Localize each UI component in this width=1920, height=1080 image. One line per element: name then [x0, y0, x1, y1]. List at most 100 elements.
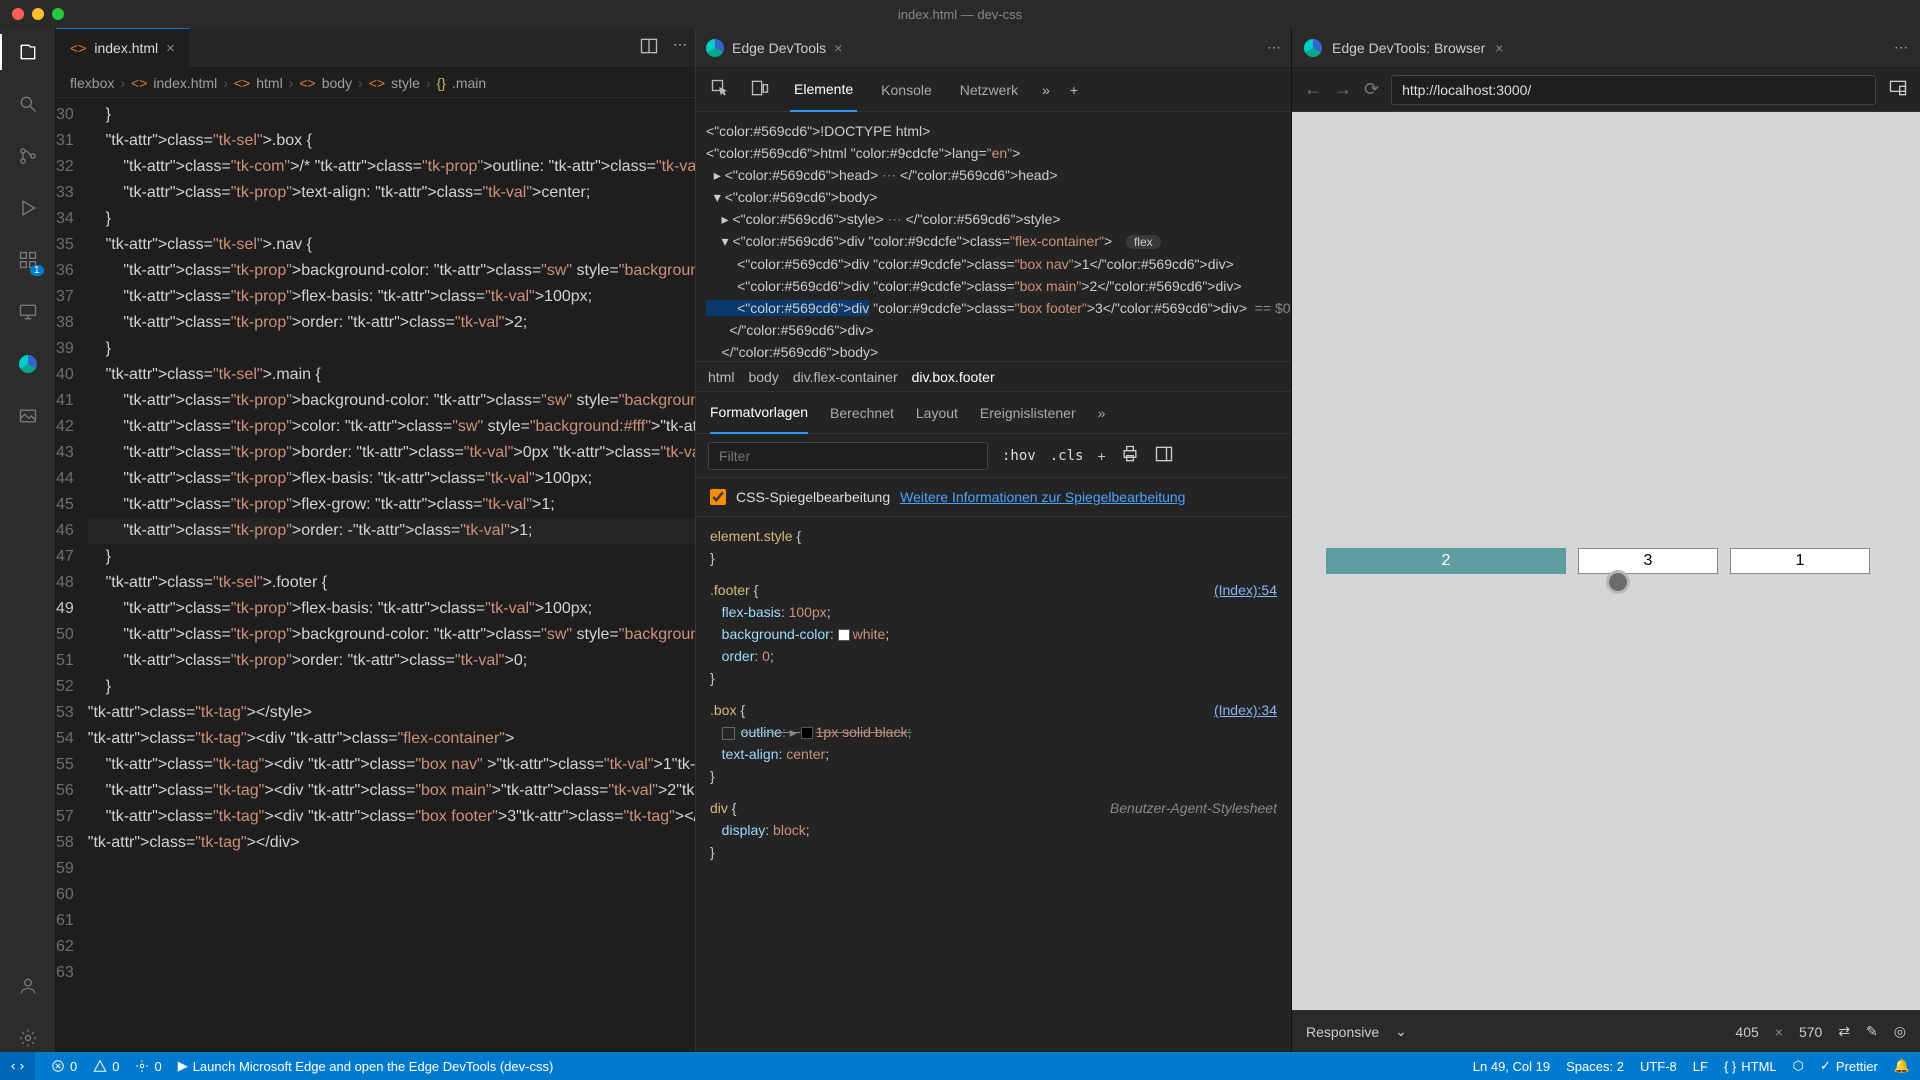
bp-item[interactable]: div.flex-container [793, 369, 898, 385]
traffic-lights[interactable] [12, 8, 64, 20]
source-control-icon[interactable] [14, 142, 42, 170]
mirror-checkbox[interactable] [710, 489, 726, 505]
remote-indicator[interactable] [0, 1052, 35, 1080]
bp-item[interactable]: html [708, 369, 734, 385]
devtools-toolbar: Elemente Konsole Netzwerk » + [696, 68, 1291, 112]
styles-filter-input[interactable] [708, 442, 988, 470]
subtab-layout[interactable]: Layout [916, 405, 958, 421]
search-icon[interactable] [14, 90, 42, 118]
zoom-window-icon[interactable] [52, 8, 64, 20]
editor-tab-index-html[interactable]: <> index.html × [56, 28, 190, 68]
viewport-height[interactable]: 570 [1799, 1024, 1822, 1040]
edge-icon [706, 39, 724, 57]
explorer-icon[interactable] [14, 38, 42, 66]
url-bar[interactable]: http://localhost:3000/ [1391, 75, 1876, 105]
minimize-window-icon[interactable] [32, 8, 44, 20]
crumb[interactable]: flexbox [70, 75, 114, 91]
chevron-right-icon[interactable]: » [1042, 82, 1050, 98]
cls-toggle[interactable]: .cls [1050, 448, 1084, 464]
language-mode[interactable]: { } HTML [1724, 1059, 1777, 1074]
emulate-touch-icon[interactable]: ✎ [1866, 1023, 1878, 1040]
code-editor[interactable]: 3031323334353637383940414243444546474849… [56, 98, 695, 1052]
tab-console[interactable]: Konsole [877, 68, 936, 112]
flex-box-nav: 1 [1730, 548, 1870, 574]
device-toolbar: Responsive⌄ 405 × 570 ⇄ ✎ ◎ [1292, 1010, 1920, 1052]
split-editor-icon[interactable] [639, 36, 659, 59]
warnings-count[interactable]: 0 [93, 1059, 119, 1074]
forward-icon[interactable]: → [1334, 79, 1352, 100]
devtools-tab[interactable]: Edge DevTools × [706, 39, 842, 57]
crumb[interactable]: style [391, 75, 420, 91]
reload-icon[interactable]: ⟳ [1364, 79, 1379, 100]
dom-tree[interactable]: <"color:#569cd6">!DOCTYPE html><"color:#… [696, 112, 1291, 362]
dom-breadcrumb[interactable]: html body div.flex-container div.box.foo… [696, 362, 1291, 392]
print-icon[interactable] [1120, 444, 1140, 467]
chevron-right-icon[interactable]: » [1098, 405, 1106, 421]
mirror-editing-row: CSS-Spiegelbearbeitung Weitere Informati… [696, 478, 1291, 517]
inspect-icon[interactable] [710, 78, 730, 101]
bp-item[interactable]: div.box.footer [912, 369, 995, 385]
subtab-styles[interactable]: Formatvorlagen [710, 392, 808, 434]
styles-filterbar: :hov .cls + [696, 434, 1291, 478]
device-toggle-icon[interactable] [750, 78, 770, 101]
crumb[interactable]: index.html [153, 75, 217, 91]
tab-network[interactable]: Netzwerk [956, 68, 1022, 112]
more-icon[interactable]: ⋯ [1894, 39, 1908, 56]
open-devtools-icon[interactable] [1888, 78, 1908, 101]
responsive-dropdown[interactable]: Responsive [1306, 1024, 1379, 1040]
browser-viewport[interactable]: 2 3 1 [1292, 112, 1920, 1010]
new-style-icon[interactable]: + [1097, 448, 1105, 464]
screenshot-icon[interactable]: ◎ [1894, 1023, 1906, 1040]
code-content[interactable]: } "tk-attr">class="tk-sel">.box { "tk-at… [88, 98, 695, 1052]
browser-tab-label: Edge DevTools: Browser [1332, 40, 1485, 56]
close-icon[interactable]: × [166, 40, 175, 57]
devtools-tab-label: Edge DevTools [732, 40, 826, 56]
prettier-status[interactable]: ✓ Prettier [1820, 1058, 1878, 1074]
launch-task[interactable]: ▶ Launch Microsoft Edge and open the Edg… [178, 1058, 554, 1074]
subtab-computed[interactable]: Berechnet [830, 405, 894, 421]
remote-explorer-icon[interactable] [14, 298, 42, 326]
tab-elements[interactable]: Elemente [790, 68, 857, 112]
run-debug-icon[interactable] [14, 194, 42, 222]
encoding[interactable]: UTF-8 [1640, 1059, 1677, 1074]
hov-toggle[interactable]: :hov [1002, 448, 1036, 464]
eol[interactable]: LF [1693, 1059, 1708, 1074]
edge-tools-icon[interactable] [14, 350, 42, 378]
cursor-position[interactable]: Ln 49, Col 19 [1473, 1059, 1550, 1074]
macos-titlebar: index.html — dev-css [0, 0, 1920, 28]
crumb[interactable]: html [256, 75, 282, 91]
viewport-width[interactable]: 405 [1735, 1024, 1758, 1040]
close-window-icon[interactable] [12, 8, 24, 20]
url-text: http://localhost:3000/ [1402, 82, 1531, 98]
close-icon[interactable]: × [1495, 40, 1503, 56]
mirror-link[interactable]: Weitere Informationen zur Spiegelbearbei… [900, 488, 1185, 506]
browser-titlebar: Edge DevTools: Browser × ⋯ [1292, 28, 1920, 68]
eslint-icon[interactable]: ⬡ [1793, 1058, 1804, 1074]
crumb[interactable]: .main [452, 75, 486, 91]
devtools-panel: Edge DevTools × ⋯ Elemente Konsole Netzw… [696, 28, 1292, 1052]
browser-panel: Edge DevTools: Browser × ⋯ ← → ⟳ http://… [1292, 28, 1920, 1052]
more-icon[interactable]: ⋯ [673, 36, 687, 59]
more-icon[interactable]: ⋯ [1267, 39, 1281, 56]
extensions-icon[interactable]: 1 [14, 246, 42, 274]
styles-pane[interactable]: element.style {}(Index):54.footer { flex… [696, 517, 1291, 1052]
breadcrumbs[interactable]: flexbox› <>index.html› <>html› <>body› <… [56, 68, 695, 98]
crumb[interactable]: body [322, 75, 352, 91]
add-tab-icon[interactable]: + [1070, 82, 1078, 98]
chevron-down-icon[interactable]: ⌄ [1395, 1023, 1407, 1040]
ports-count[interactable]: 0 [135, 1059, 161, 1074]
rotate-icon[interactable]: ⇄ [1838, 1023, 1850, 1040]
flex-box-footer: 3 [1578, 548, 1718, 574]
errors-count[interactable]: 0 [51, 1059, 77, 1074]
settings-gear-icon[interactable] [14, 1024, 42, 1052]
back-icon[interactable]: ← [1304, 79, 1322, 100]
toggle-sidebar-icon[interactable] [1154, 444, 1174, 467]
notifications-icon[interactable]: 🔔 [1894, 1058, 1910, 1074]
indent-setting[interactable]: Spaces: 2 [1566, 1059, 1624, 1074]
accounts-icon[interactable] [14, 972, 42, 1000]
flex-box-main: 2 [1326, 548, 1566, 574]
gallery-icon[interactable] [14, 402, 42, 430]
close-icon[interactable]: × [834, 40, 842, 56]
bp-item[interactable]: body [748, 369, 778, 385]
subtab-listeners[interactable]: Ereignislistener [980, 405, 1076, 421]
